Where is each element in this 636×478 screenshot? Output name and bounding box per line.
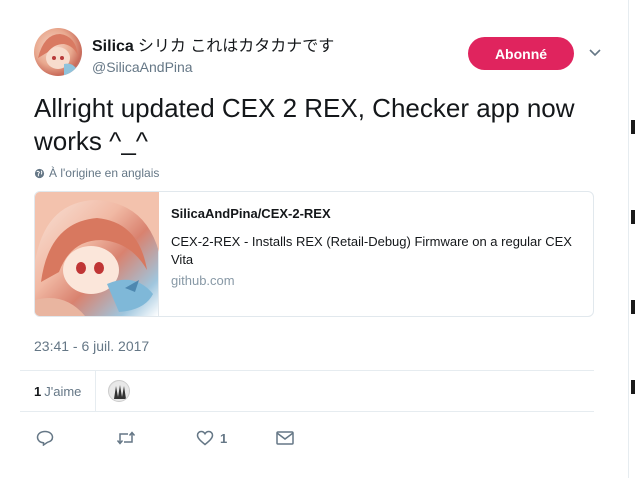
chevron-down-icon[interactable] <box>586 44 604 62</box>
card-body: SilicaAndPina/CEX-2-REX CEX-2-REX - Inst… <box>171 206 581 288</box>
edge-mark <box>631 300 635 314</box>
card-title: SilicaAndPina/CEX-2-REX <box>171 206 331 221</box>
card-image <box>35 192 159 316</box>
likes-label: J'aime <box>44 384 82 399</box>
stats-divider <box>95 371 96 411</box>
window-edge <box>628 0 636 478</box>
reply-icon <box>36 430 54 446</box>
retweet-button[interactable] <box>116 428 136 448</box>
tweet-timestamp[interactable]: 23:41 - 6 juil. 2017 <box>34 338 149 354</box>
card-domain: github.com <box>171 273 235 288</box>
card-description: CEX-2-REX - Installs REX (Retail-Debug) … <box>171 234 572 267</box>
tweet-actions: 1 <box>36 428 336 448</box>
heart-icon <box>196 430 214 446</box>
tweet-text: Allright updated CEX 2 REX, Checker app … <box>34 93 575 156</box>
avatar[interactable] <box>34 28 82 76</box>
tweet-header: Silica シリカ これはカタカナです @SilicaAndPina Abon… <box>34 28 604 78</box>
likes-stat[interactable]: 1 J'aime <box>34 384 81 399</box>
direct-message-button[interactable] <box>276 428 294 448</box>
author-names[interactable]: Silica シリカ これはカタカナです @SilicaAndPina <box>92 32 334 75</box>
author-name: Silica <box>92 38 134 55</box>
retweet-icon <box>116 431 136 445</box>
likes-count: 1 <box>34 384 42 399</box>
author-handle[interactable]: @SilicaAndPina <box>92 59 334 75</box>
edge-mark <box>631 380 635 394</box>
author-fullname[interactable]: Silica シリカ これはカタカナです <box>92 32 334 56</box>
globe-icon <box>34 168 45 178</box>
link-card[interactable]: SilicaAndPina/CEX-2-REX CEX-2-REX - Inst… <box>34 191 594 317</box>
reply-button[interactable] <box>36 428 54 448</box>
translation-note: À l'origine en anglais <box>34 166 159 180</box>
follow-button[interactable]: Abonné <box>468 37 574 70</box>
tweet-stats: 1 J'aime <box>20 370 594 412</box>
like-button[interactable]: 1 <box>196 428 227 448</box>
envelope-icon <box>276 431 294 445</box>
author-name-jp: シリカ これはカタカナです <box>137 38 335 55</box>
edge-mark <box>631 210 635 224</box>
edge-mark <box>631 120 635 134</box>
liker-avatar[interactable] <box>108 380 130 402</box>
like-count: 1 <box>220 430 228 446</box>
translation-label: À l'origine en anglais <box>49 166 160 180</box>
